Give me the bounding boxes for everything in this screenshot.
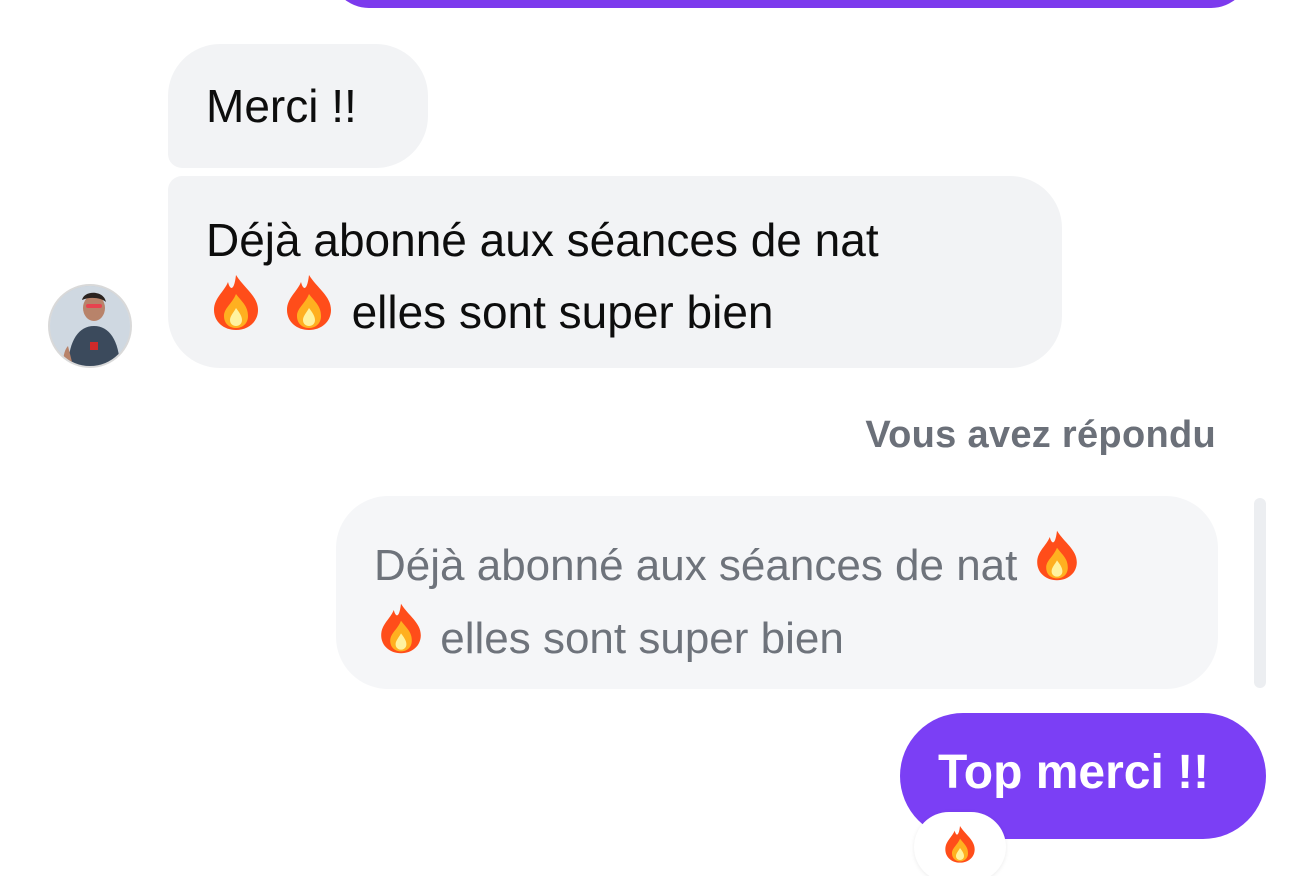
fire-emoji-icon — [1036, 530, 1077, 581]
message-text: Merci !! — [206, 80, 357, 132]
quoted-line-1: Déjà abonné aux séances de nat — [374, 526, 1178, 599]
quoted-line-2: elles sont super bien — [374, 599, 1178, 672]
fire-emoji-icon — [214, 275, 258, 330]
message-reaction[interactable] — [914, 812, 1006, 876]
person-photo-icon — [50, 286, 130, 366]
fire-emoji-icon — [945, 826, 975, 863]
fire-emoji-icon — [381, 603, 421, 654]
message-text: Top merci !! — [938, 746, 1210, 799]
fire-emoji-icon — [286, 275, 331, 330]
message-line-1: Déjà abonné aux séances de nat — [206, 214, 879, 266]
message-text-suffix: elles sont super bien — [351, 286, 774, 338]
chat-thread: Merci !! Déjà abonné aux séances de nat … — [0, 0, 1290, 876]
incoming-message[interactable]: Déjà abonné aux séances de nat elles son… — [168, 176, 1062, 368]
quote-bar — [1254, 498, 1266, 688]
sender-avatar[interactable] — [48, 284, 132, 368]
previous-outgoing-message[interactable] — [330, 0, 1250, 8]
reply-indicator-label: Vous avez répondu — [865, 414, 1216, 456]
message-line-2: elles sont super bien — [206, 272, 1032, 344]
incoming-message[interactable]: Merci !! — [168, 44, 428, 168]
quoted-message[interactable]: Déjà abonné aux séances de nat elles son… — [336, 496, 1218, 689]
